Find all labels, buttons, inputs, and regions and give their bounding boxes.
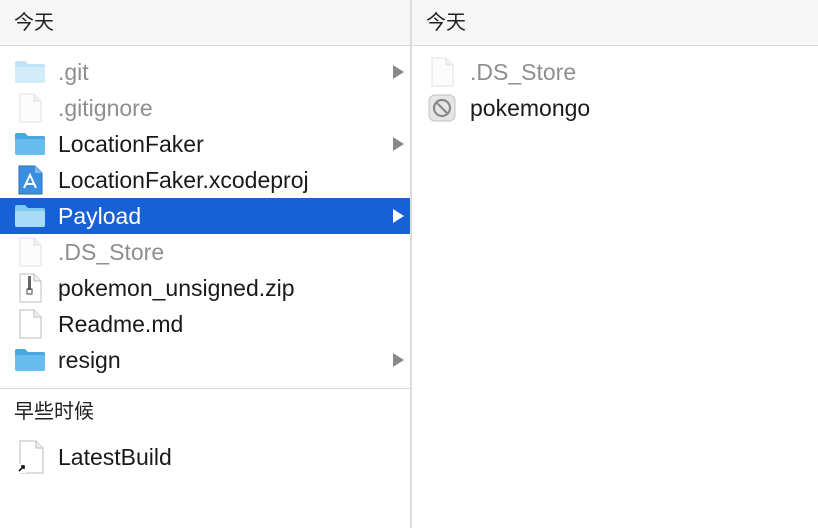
item-name: LocationFaker.xcodeproj bbox=[58, 166, 309, 193]
disclosure-arrow-icon bbox=[393, 137, 404, 151]
xcode-project-icon bbox=[14, 165, 46, 195]
item-name: LatestBuild bbox=[58, 443, 172, 470]
section-header-today: 今天 bbox=[412, 0, 818, 46]
list-item-payload[interactable]: Payload bbox=[0, 198, 410, 234]
file-list: .git .gitignore LocationFaker LocationFa… bbox=[0, 46, 410, 479]
file-icon bbox=[14, 93, 46, 123]
zip-file-icon bbox=[14, 273, 46, 303]
list-item-readme[interactable]: Readme.md bbox=[0, 306, 410, 342]
item-name: LocationFaker bbox=[58, 130, 204, 157]
folder-icon bbox=[14, 201, 46, 231]
list-item-ds-store[interactable]: .DS_Store bbox=[412, 54, 818, 90]
disclosure-arrow-icon bbox=[393, 65, 404, 79]
section-header-earlier: 早些时候 bbox=[14, 401, 94, 423]
list-item-pokemongo[interactable]: pokemongo bbox=[412, 90, 818, 126]
folder-icon bbox=[14, 57, 46, 87]
item-name: Payload bbox=[58, 202, 142, 229]
alias-file-icon bbox=[14, 440, 46, 474]
list-item-ds-store[interactable]: .DS_Store bbox=[0, 234, 410, 270]
disclosure-arrow-icon bbox=[393, 353, 404, 367]
folder-icon bbox=[14, 129, 46, 159]
item-name: Readme.md bbox=[58, 310, 184, 337]
file-icon bbox=[426, 57, 458, 87]
app-disabled-icon bbox=[426, 93, 458, 123]
list-item-zip[interactable]: pokemon_unsigned.zip bbox=[0, 270, 410, 306]
list-item-latestbuild[interactable]: LatestBuild bbox=[0, 435, 410, 479]
item-name: pokemongo bbox=[470, 94, 591, 121]
item-name: .DS_Store bbox=[58, 238, 165, 265]
item-name: .DS_Store bbox=[470, 58, 577, 85]
list-item-locationfaker[interactable]: LocationFaker bbox=[0, 126, 410, 162]
item-name: .git bbox=[58, 58, 89, 85]
list-item-git[interactable]: .git bbox=[0, 54, 410, 90]
file-list: .DS_Store pokemongo bbox=[412, 46, 818, 126]
disclosure-arrow-icon bbox=[393, 209, 404, 223]
file-icon bbox=[14, 237, 46, 267]
section-header-today: 今天 bbox=[0, 0, 410, 46]
left-column: 今天 .git .gitignore LocationFaker Locatio… bbox=[0, 0, 410, 528]
file-icon bbox=[14, 309, 46, 339]
item-name: pokemon_unsigned.zip bbox=[58, 274, 295, 301]
list-item-xcodeproj[interactable]: LocationFaker.xcodeproj bbox=[0, 162, 410, 198]
right-column: 今天 .DS_Store pokemongo bbox=[412, 0, 818, 528]
item-name: resign bbox=[58, 346, 121, 373]
list-item-gitignore[interactable]: .gitignore bbox=[0, 90, 410, 126]
item-name: .gitignore bbox=[58, 94, 153, 121]
list-item-resign[interactable]: resign bbox=[0, 342, 410, 378]
folder-icon bbox=[14, 345, 46, 375]
